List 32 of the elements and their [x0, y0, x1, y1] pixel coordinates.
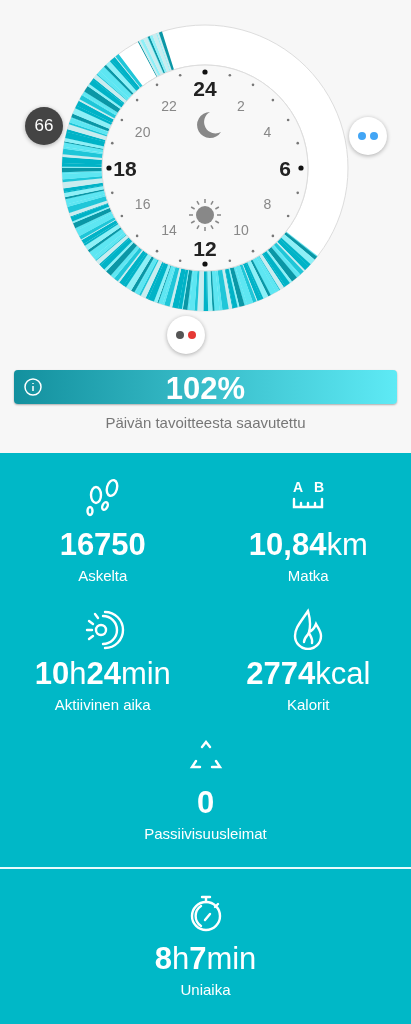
marker-bubble[interactable]	[167, 316, 205, 354]
marker-bubble[interactable]	[349, 117, 387, 155]
hour-label: 20	[134, 124, 151, 140]
info-icon[interactable]	[24, 378, 42, 396]
stat-value: 10h24min	[34, 656, 171, 692]
hour-label: 18	[113, 156, 137, 180]
hour-label: 2	[237, 97, 245, 114]
stat-label: Passiivisuusleimat	[144, 825, 267, 842]
stat-value: 10,84km	[248, 527, 368, 563]
hour-label: 14	[161, 222, 177, 239]
hour-label: 24	[193, 76, 217, 100]
stat-value: 8h7min	[154, 941, 257, 977]
stat-value: 0	[196, 785, 215, 821]
moon-icon	[197, 112, 221, 138]
hour-label: 12	[193, 236, 217, 260]
stat-label: Matka	[287, 567, 329, 584]
hour-label: 8	[263, 196, 272, 212]
hour-label: 22	[161, 97, 177, 114]
hour-label: 6	[279, 156, 291, 180]
stat-label: Aktiivinen aika	[54, 696, 151, 713]
sun-icon	[188, 198, 222, 232]
hour-label: 4	[263, 124, 272, 140]
count-bubble[interactable]: 66	[25, 107, 63, 145]
hour-label: 10	[233, 222, 249, 239]
stat-label: Askelta	[78, 567, 128, 584]
hour-label: 16	[134, 196, 151, 212]
stat-value: 2774kcal	[246, 656, 371, 692]
stat-label: Kalorit	[287, 696, 330, 713]
stat-label: Uniaika	[180, 981, 231, 998]
goal-percent: 102%	[165, 374, 246, 404]
stat-value: 16750	[59, 527, 146, 563]
goal-caption: Päivän tavoitteesta saavutettu	[105, 414, 306, 431]
